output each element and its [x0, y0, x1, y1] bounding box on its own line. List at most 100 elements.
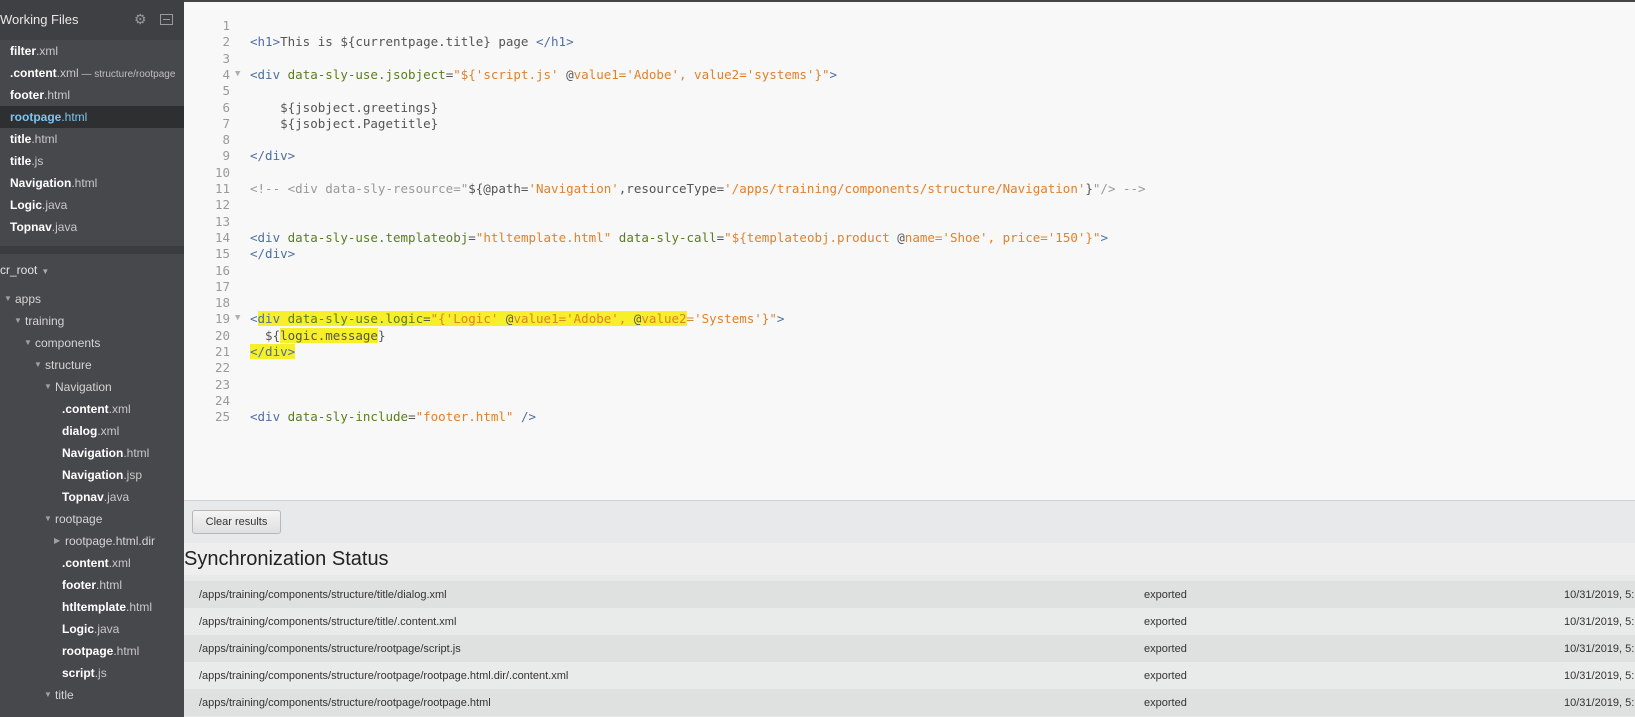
code-text: <div data-sly-use.jsobject="${'script.js… — [250, 66, 837, 83]
code-line[interactable]: 20 ${logic.message} — [184, 327, 1635, 344]
code-line[interactable]: 17 — [184, 278, 1635, 295]
tree-folder[interactable]: ▼ components — [0, 332, 184, 354]
expand-right-icon[interactable]: ▶ — [54, 530, 60, 552]
working-file-item[interactable]: Logic.java — [0, 194, 184, 216]
clear-results-button[interactable]: Clear results — [192, 510, 281, 534]
expand-down-icon[interactable]: ▼ — [34, 354, 42, 376]
tree-folder[interactable]: ▼ Navigation — [0, 376, 184, 398]
code-line[interactable]: 25 <div data-sly-include="footer.html" /> — [184, 408, 1635, 425]
code-token: "${templateobj.product — [724, 229, 898, 245]
tree-file[interactable]: footer.html — [0, 574, 184, 596]
line-number: 17 — [214, 278, 230, 294]
code-token: data-sly-include — [287, 409, 409, 425]
tree-file[interactable]: script.js — [0, 662, 184, 684]
file-name: Logic — [10, 198, 42, 212]
code-line[interactable]: 24 — [184, 392, 1635, 409]
tree-node-label: dialog — [62, 424, 98, 438]
code-token: > — [1100, 229, 1108, 245]
tree-node-ext: .jsp — [123, 468, 143, 482]
expand-down-icon[interactable]: ▼ — [14, 310, 22, 332]
code-token: @ — [566, 66, 574, 82]
code-line[interactable]: 23 — [184, 376, 1635, 393]
tree-node-label: Navigation — [55, 380, 112, 394]
working-file-item[interactable]: title.js — [0, 150, 184, 172]
line-number: 8 — [222, 132, 230, 148]
tree-node-text: title — [55, 684, 74, 706]
code-line[interactable]: 9 </div> — [184, 147, 1635, 164]
expand-down-icon[interactable]: ▼ — [44, 684, 52, 706]
working-file-item[interactable]: .content.xml — structure/rootpage — [0, 62, 184, 84]
working-file-item[interactable]: rootpage.html — [0, 106, 184, 128]
code-line[interactable]: 7 ${jsobject.Pagetitle} — [184, 115, 1635, 132]
tree-file[interactable]: Navigation.jsp — [0, 464, 184, 486]
code-line[interactable]: 11 <!-- <div data-sly-resource="${@path='… — [184, 180, 1635, 197]
working-file-item[interactable]: Topnav.java — [0, 216, 184, 238]
tree-node-ext: .java — [103, 490, 130, 504]
tree-file[interactable]: dialog.xml — [0, 420, 184, 442]
fold-toggle-icon[interactable]: ▼ — [235, 310, 240, 327]
tree-node-text: rootpage.html — [62, 640, 139, 662]
tree-node-text: Navigation.html — [62, 442, 149, 464]
working-file-item[interactable]: title.html — [0, 128, 184, 150]
sync-path: /apps/training/components/structure/root… — [199, 642, 461, 655]
table-row: /apps/training/components/structure/root… — [184, 689, 1635, 716]
code-line[interactable]: 8 — [184, 131, 1635, 148]
code-line[interactable]: 2 <h1>This is ${currentpage.title} page <… — [184, 33, 1635, 50]
expand-down-icon[interactable]: ▼ — [44, 508, 52, 530]
code-token: </div> — [250, 246, 296, 262]
code-line[interactable]: 6 ${jsobject.greetings} — [184, 99, 1635, 116]
tree-node-text: .content.xml — [62, 552, 131, 574]
expand-down-icon[interactable]: ▼ — [24, 332, 32, 354]
tree-file[interactable]: .content.xml — [0, 552, 184, 574]
tree-folder[interactable]: ▼ training — [0, 310, 184, 332]
code-line[interactable]: 15 </div> — [184, 245, 1635, 262]
tree-node-text: training — [25, 310, 64, 332]
tree-file[interactable]: htltemplate.html — [0, 596, 184, 618]
code-token: data-sly-use.templateobj — [287, 229, 469, 245]
tree-file[interactable]: Navigation.html — [0, 442, 184, 464]
gear-icon[interactable]: ⚙ — [134, 11, 147, 28]
expand-down-icon[interactable]: ▼ — [4, 288, 12, 310]
sync-status: exported — [1144, 642, 1187, 655]
working-file-item[interactable]: filter.xml — [0, 40, 184, 62]
code-line[interactable]: 14 <div data-sly-use.templateobj="htltemp… — [184, 229, 1635, 246]
code-token: "/> --> — [1092, 181, 1146, 196]
code-line[interactable]: 19 ▼ <div data-sly-use.logic="{'Logic' @va… — [184, 310, 1635, 327]
tree-node-label: Logic — [62, 622, 94, 636]
tree-folder[interactable]: ▼ title — [0, 684, 184, 706]
tree-node-ext: .xml — [108, 556, 131, 570]
code-line[interactable]: 4 ▼ <div data-sly-use.jsobject="${'script.… — [184, 66, 1635, 83]
split-view-icon[interactable] — [160, 14, 173, 25]
working-files-list: filter.xml .content.xml — structure/rootp… — [0, 40, 184, 238]
code-line[interactable]: 10 — [184, 164, 1635, 181]
tree-file[interactable]: Logic.java — [0, 618, 184, 640]
tree-folder[interactable]: ▶ rootpage.html.dir — [0, 530, 184, 552]
code-line[interactable]: 16 — [184, 262, 1635, 279]
code-editor[interactable]: 1 2 <h1>This is ${currentpage.title} page … — [184, 0, 1635, 500]
working-file-item[interactable]: footer.html — [0, 84, 184, 106]
code-token: "htltemplate.html" — [475, 229, 619, 245]
code-line[interactable]: 18 — [184, 294, 1635, 311]
tree-file[interactable]: rootpage.html — [0, 640, 184, 662]
code-line[interactable]: 21 </div> — [184, 343, 1635, 360]
tree-file[interactable]: .content.xml — [0, 398, 184, 420]
code-line[interactable]: 1 — [184, 17, 1635, 34]
tree-folder[interactable]: ▼ apps — [0, 288, 184, 310]
tree-folder[interactable]: ▼ structure — [0, 354, 184, 376]
fold-toggle-icon[interactable]: ▼ — [235, 66, 240, 83]
code-text: <!-- <div data-sly-resource="${@path='Na… — [250, 180, 1146, 197]
code-line[interactable]: 5 — [184, 82, 1635, 99]
working-file-item[interactable]: Navigation.html — [0, 172, 184, 194]
code-token: div — [257, 311, 288, 327]
code-line[interactable]: 13 — [184, 213, 1635, 230]
tree-file[interactable]: Topnav.java — [0, 486, 184, 508]
code-line[interactable]: 3 — [184, 50, 1635, 67]
line-number: 11 — [214, 181, 230, 196]
tree-folder[interactable]: ▼ rootpage — [0, 508, 184, 530]
code-line[interactable]: 12 — [184, 196, 1635, 213]
project-root-selector[interactable]: cr_root ▼ — [0, 258, 184, 282]
expand-down-icon[interactable]: ▼ — [44, 376, 52, 398]
sync-time: 10/31/2019, 5: — [1564, 642, 1635, 655]
code-line[interactable]: 22 — [184, 359, 1635, 376]
tree-node-label: apps — [15, 292, 42, 306]
